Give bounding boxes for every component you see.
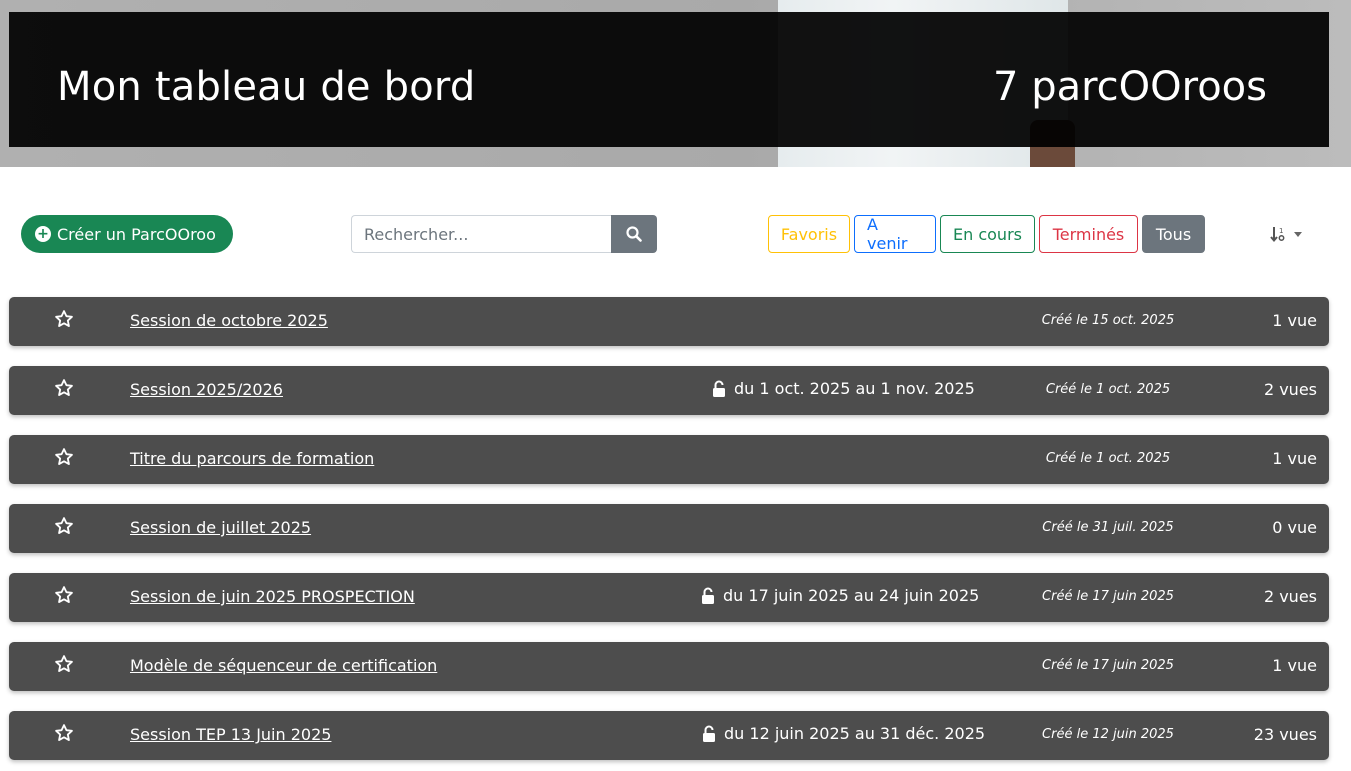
parcours-row: Session de juillet 2025 Créé le 31 juil.… bbox=[9, 504, 1329, 553]
search-icon bbox=[626, 226, 642, 242]
parcours-title-link[interactable]: Titre du parcours de formation bbox=[130, 449, 374, 468]
parcours-title-link[interactable]: Session de juillet 2025 bbox=[130, 518, 311, 537]
filter-termines[interactable]: Terminés bbox=[1039, 215, 1138, 253]
view-count: 1 vue bbox=[1272, 656, 1317, 675]
view-count: 1 vue bbox=[1272, 449, 1317, 468]
date-range-text: du 1 oct. 2025 au 1 nov. 2025 bbox=[734, 379, 975, 398]
create-parcours-button[interactable]: + Créer un ParcOOroo bbox=[21, 215, 233, 253]
star-outline-icon[interactable] bbox=[54, 654, 74, 674]
star-outline-icon[interactable] bbox=[54, 585, 74, 605]
page-title: Mon tableau de bord bbox=[57, 64, 476, 110]
create-parcours-label: Créer un ParcOOroo bbox=[57, 224, 216, 244]
created-date: Créé le 17 juin 2025 bbox=[1042, 658, 1174, 673]
search-button[interactable] bbox=[611, 215, 657, 253]
view-count: 23 vues bbox=[1253, 725, 1317, 744]
parcours-title-link[interactable]: Session de juin 2025 PROSPECTION bbox=[130, 587, 415, 606]
parcours-row: Session 2025/2026 du 1 oct. 2025 au 1 no… bbox=[9, 366, 1329, 415]
view-count: 0 vue bbox=[1272, 518, 1317, 537]
star-outline-icon[interactable] bbox=[54, 378, 74, 398]
filter-a-venir[interactable]: A venir bbox=[854, 215, 936, 253]
parcours-row: Session de octobre 2025 Créé le 15 oct. … bbox=[9, 297, 1329, 346]
view-count: 2 vues bbox=[1263, 587, 1317, 606]
parcours-title-link[interactable]: Session TEP 13 Juin 2025 bbox=[130, 725, 331, 744]
filter-tous[interactable]: Tous bbox=[1142, 215, 1205, 253]
parcours-count: 7 parcOOroos bbox=[993, 64, 1267, 110]
plus-circle-icon: + bbox=[35, 226, 51, 242]
filter-en-cours[interactable]: En cours bbox=[940, 215, 1035, 253]
star-outline-icon[interactable] bbox=[54, 723, 74, 743]
created-date: Créé le 15 oct. 2025 bbox=[1041, 313, 1175, 328]
parcours-title-link[interactable]: Modèle de séquenceur de certification bbox=[130, 656, 437, 675]
parcours-row: Session de juin 2025 PROSPECTION du 17 j… bbox=[9, 573, 1329, 622]
star-outline-icon[interactable] bbox=[54, 309, 74, 329]
parcours-title-link[interactable]: Session 2025/2026 bbox=[130, 380, 283, 399]
parcours-row: Session TEP 13 Juin 2025 du 12 juin 2025… bbox=[9, 711, 1329, 760]
header-banner: Mon tableau de bord 7 parcOOroos bbox=[0, 0, 1351, 167]
created-date: Créé le 1 oct. 2025 bbox=[1045, 451, 1171, 466]
svg-text:1: 1 bbox=[1279, 227, 1283, 235]
parcours-title-link[interactable]: Session de octobre 2025 bbox=[130, 311, 328, 330]
star-outline-icon[interactable] bbox=[54, 516, 74, 536]
date-range: du 1 oct. 2025 au 1 nov. 2025 bbox=[712, 379, 975, 398]
sort-icon: 1 bbox=[1270, 227, 1285, 243]
date-range: du 17 juin 2025 au 24 juin 2025 bbox=[701, 586, 979, 605]
status-filters: Favoris A venir En cours Terminés Tous bbox=[768, 215, 1205, 253]
search-group bbox=[351, 215, 657, 253]
created-date: Créé le 1 oct. 2025 bbox=[1045, 382, 1171, 397]
parcours-row: Titre du parcours de formation Créé le 1… bbox=[9, 435, 1329, 484]
chevron-down-icon bbox=[1294, 231, 1302, 237]
unlock-icon bbox=[713, 380, 725, 397]
date-range: du 12 juin 2025 au 31 déc. 2025 bbox=[702, 724, 985, 743]
search-input[interactable] bbox=[351, 215, 611, 253]
sort-dropdown[interactable]: 1 bbox=[1263, 220, 1309, 248]
view-count: 2 vues bbox=[1263, 380, 1317, 399]
created-date: Créé le 31 juil. 2025 bbox=[1042, 520, 1174, 535]
filter-favoris[interactable]: Favoris bbox=[768, 215, 850, 253]
parcours-row: Modèle de séquenceur de certification Cr… bbox=[9, 642, 1329, 691]
view-count: 1 vue bbox=[1272, 311, 1317, 330]
unlock-icon bbox=[703, 725, 715, 742]
header-panel: Mon tableau de bord 7 parcOOroos bbox=[9, 12, 1329, 147]
unlock-icon bbox=[702, 587, 714, 604]
date-range-text: du 17 juin 2025 au 24 juin 2025 bbox=[723, 586, 980, 605]
created-date: Créé le 12 juin 2025 bbox=[1042, 727, 1174, 742]
star-outline-icon[interactable] bbox=[54, 447, 74, 467]
created-date: Créé le 17 juin 2025 bbox=[1042, 589, 1174, 604]
date-range-text: du 12 juin 2025 au 31 déc. 2025 bbox=[724, 724, 986, 743]
